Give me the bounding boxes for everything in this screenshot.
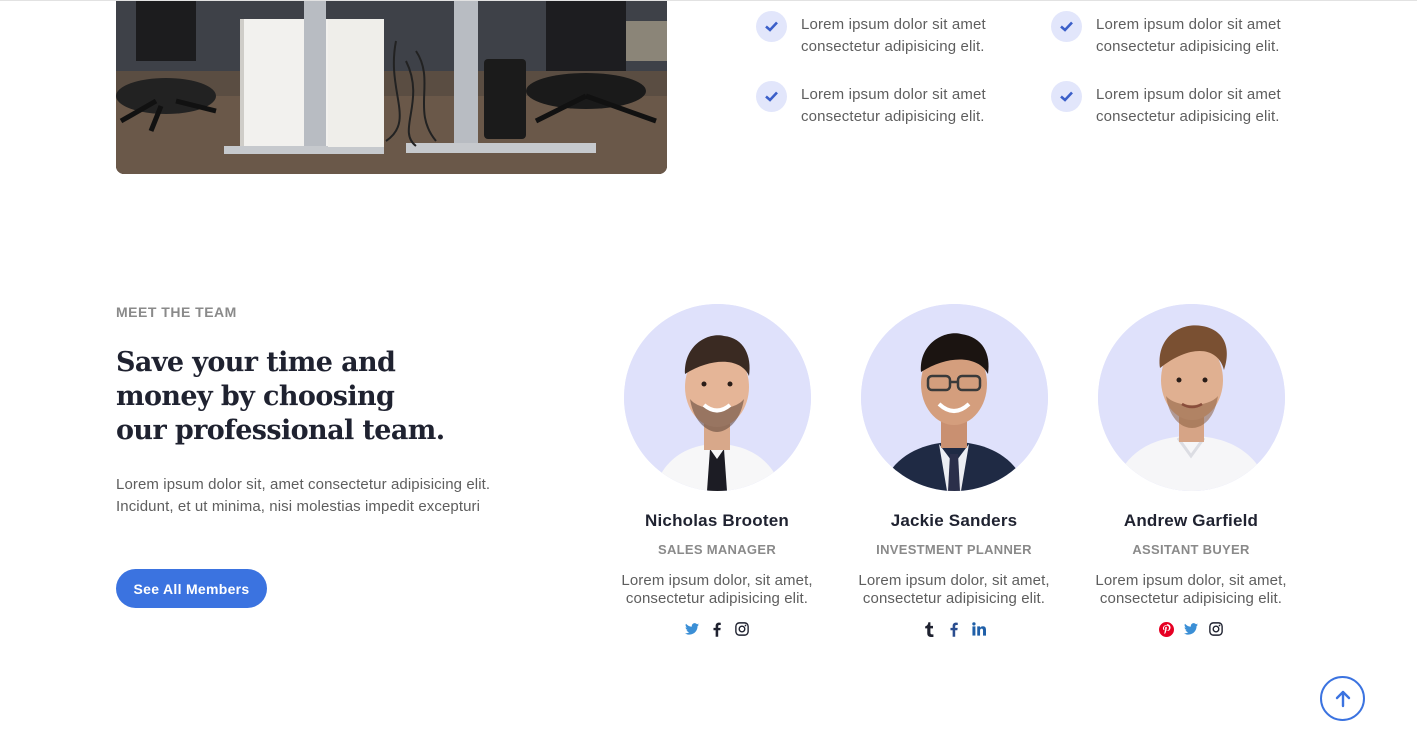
member-bio: Lorem ipsum dolor, sit amet, consectetur…	[1095, 572, 1287, 607]
section-eyebrow: MEET THE TEAM	[116, 304, 237, 320]
pinterest-icon[interactable]	[1158, 621, 1174, 637]
member-bio: Lorem ipsum dolor, sit amet, consectetur…	[621, 572, 813, 607]
feature-item: Lorem ipsum dolor sit amet consectetur a…	[756, 81, 1036, 128]
instagram-icon[interactable]	[734, 621, 750, 637]
facebook-icon[interactable]	[946, 621, 962, 637]
feature-item: Lorem ipsum dolor sit amet consectetur a…	[1051, 11, 1331, 58]
feature-text: Lorem ipsum dolor sit amet consectetur a…	[1096, 16, 1281, 55]
feature-item: Lorem ipsum dolor sit amet consectetur a…	[1051, 81, 1331, 128]
feature-text: Lorem ipsum dolor sit amet consectetur a…	[801, 86, 986, 125]
feature-text: Lorem ipsum dolor sit amet consectetur a…	[1096, 86, 1281, 125]
check-icon	[1051, 81, 1082, 112]
feature-item: Lorem ipsum dolor sit amet consectetur a…	[756, 11, 1036, 58]
tumblr-icon[interactable]	[921, 621, 937, 637]
instagram-icon[interactable]	[1208, 621, 1224, 637]
office-photo	[116, 1, 667, 174]
member-name: Nicholas Brooten	[645, 511, 789, 530]
check-icon	[1051, 11, 1082, 42]
member-social-links	[1084, 620, 1298, 638]
member-name: Jackie Sanders	[890, 511, 1018, 530]
member-avatar	[623, 304, 811, 491]
section-headline: Save your time and money by choosing our…	[116, 347, 445, 446]
twitter-icon[interactable]	[684, 621, 700, 637]
member-social-links	[610, 620, 824, 638]
team-member-card: Jackie Sanders INVESTMENT PLANNER Lorem …	[847, 304, 1061, 638]
member-role: SALES MANAGER	[657, 542, 777, 557]
facebook-icon[interactable]	[709, 621, 725, 637]
section-intro: Lorem ipsum dolor sit, amet consectetur …	[116, 476, 491, 515]
see-all-members-button[interactable]: See All Members	[116, 569, 267, 608]
feature-text: Lorem ipsum dolor sit amet consectetur a…	[801, 16, 986, 55]
linkedin-icon[interactable]	[971, 621, 987, 637]
member-role: INVESTMENT PLANNER	[876, 542, 1032, 557]
member-avatar	[1097, 304, 1285, 491]
team-member-card: Andrew Garfield ASSITANT BUYER Lorem ips…	[1084, 304, 1298, 638]
back-to-top-button[interactable]	[1320, 676, 1365, 721]
twitter-icon[interactable]	[1183, 621, 1199, 637]
member-bio: Lorem ipsum dolor, sit amet, consectetur…	[858, 572, 1050, 607]
check-icon	[756, 11, 787, 42]
team-member-card: Nicholas Brooten SALES MANAGER Lorem ips…	[610, 304, 824, 638]
member-name: Andrew Garfield	[1123, 511, 1259, 530]
member-avatar	[860, 304, 1048, 491]
check-icon	[756, 81, 787, 112]
member-social-links	[847, 620, 1061, 638]
arrow-up-icon	[1335, 690, 1350, 707]
member-role: ASSITANT BUYER	[1132, 542, 1250, 557]
